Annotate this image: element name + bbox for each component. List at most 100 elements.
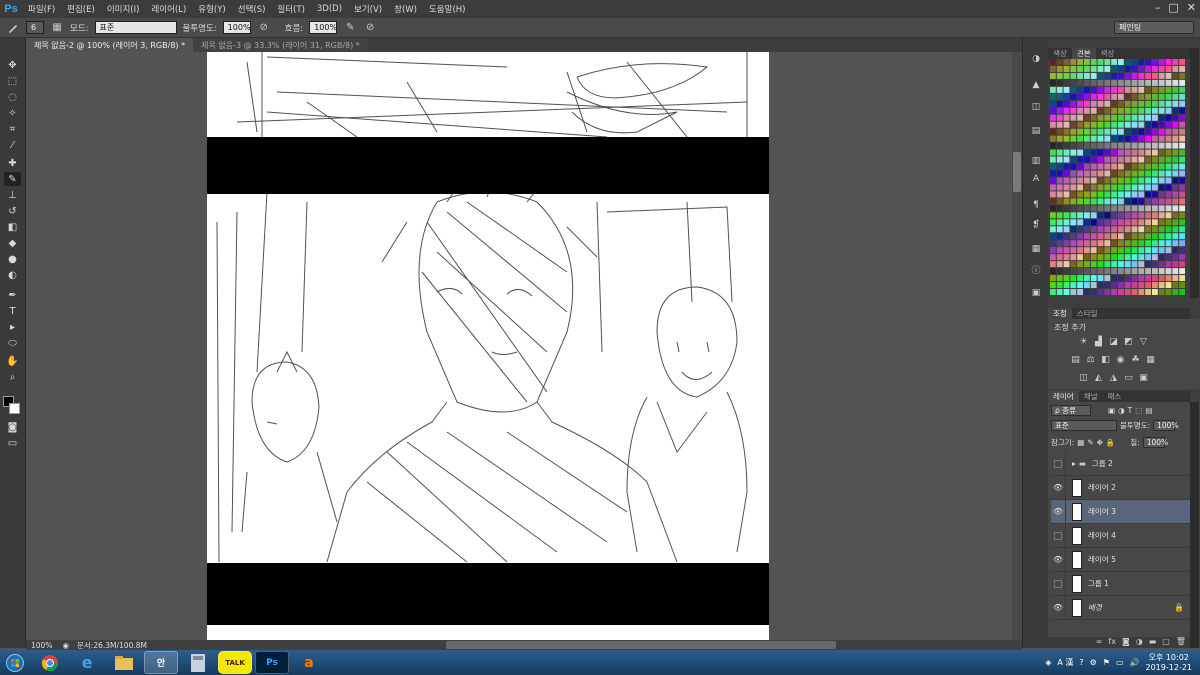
layers-scrollbar[interactable] [1190, 402, 1199, 648]
color-swatch[interactable] [1131, 93, 1138, 100]
color-swatch[interactable] [1070, 205, 1077, 212]
color-swatch[interactable] [1070, 282, 1077, 289]
color-swatch[interactable] [1070, 163, 1077, 170]
color-swatch[interactable] [1077, 212, 1083, 219]
color-swatch[interactable] [1077, 226, 1083, 233]
color-swatch[interactable] [1111, 282, 1117, 289]
color-swatch[interactable] [1145, 233, 1151, 240]
color-swatch[interactable] [1097, 107, 1104, 114]
color-swatch[interactable] [1172, 261, 1179, 268]
color-swatch[interactable] [1118, 240, 1124, 247]
color-swatch[interactable] [1050, 289, 1056, 295]
color-swatch[interactable] [1056, 261, 1063, 268]
color-swatch[interactable] [1077, 275, 1083, 282]
color-swatch[interactable] [1124, 128, 1131, 135]
color-swatch[interactable] [1070, 177, 1077, 184]
color-swatch[interactable] [1138, 268, 1145, 275]
color-swatch[interactable] [1063, 247, 1070, 254]
color-swatch[interactable] [1118, 79, 1124, 86]
color-swatch[interactable] [1050, 184, 1056, 191]
swatches-scrollbar[interactable] [1190, 48, 1199, 298]
color-swatch[interactable] [1104, 233, 1111, 240]
color-swatch[interactable] [1050, 205, 1056, 212]
color-swatch[interactable] [1111, 261, 1117, 268]
brush-panel-icon[interactable]: ▥ [1028, 154, 1044, 168]
color-swatch[interactable] [1172, 275, 1179, 282]
color-swatch[interactable] [1104, 72, 1111, 79]
color-swatch[interactable] [1070, 128, 1077, 135]
color-swatch[interactable] [1152, 79, 1158, 86]
color-swatch[interactable] [1056, 107, 1063, 114]
color-swatch[interactable] [1118, 268, 1124, 275]
color-swatch[interactable] [1165, 149, 1172, 156]
color-swatch[interactable] [1172, 289, 1179, 295]
quick-mask-icon[interactable]: ◙ [4, 420, 21, 434]
color-swatch[interactable] [1158, 233, 1165, 240]
color-swatch[interactable] [1138, 142, 1145, 149]
color-swatch[interactable] [1158, 219, 1165, 226]
color-swatch[interactable] [1165, 86, 1172, 93]
color-swatch[interactable] [1070, 226, 1077, 233]
color-swatch[interactable] [1056, 65, 1063, 72]
color-swatch[interactable] [1097, 240, 1104, 247]
color-swatch[interactable] [1077, 254, 1083, 261]
color-swatch[interactable] [1152, 100, 1158, 107]
color-swatch[interactable] [1090, 79, 1097, 86]
color-swatch[interactable] [1138, 114, 1145, 121]
color-swatch[interactable] [1172, 93, 1179, 100]
menu-edit[interactable]: 편집(E) [61, 3, 101, 15]
color-swatch[interactable] [1104, 142, 1111, 149]
color-swatch[interactable] [1063, 114, 1070, 121]
color-swatch[interactable] [1104, 163, 1111, 170]
color-swatch[interactable] [1152, 142, 1158, 149]
color-swatch[interactable] [1124, 86, 1131, 93]
color-swatch[interactable] [1152, 226, 1158, 233]
tray-options-icon[interactable]: ⚙ [1090, 658, 1097, 667]
color-swatch[interactable] [1097, 268, 1104, 275]
color-swatch[interactable] [1111, 205, 1117, 212]
menu-filter[interactable]: 필터(T) [271, 3, 310, 15]
maximize-button[interactable]: □ [1168, 1, 1178, 14]
color-swatch[interactable] [1104, 275, 1111, 282]
color-swatch[interactable] [1152, 233, 1158, 240]
color-swatch[interactable] [1145, 114, 1151, 121]
color-swatch[interactable] [1063, 100, 1070, 107]
color-swatch[interactable] [1104, 240, 1111, 247]
color-swatch[interactable] [1104, 65, 1111, 72]
color-swatch[interactable] [1104, 170, 1111, 177]
color-swatch[interactable] [1124, 191, 1131, 198]
color-swatch[interactable] [1145, 261, 1151, 268]
color-swatch[interactable] [1172, 65, 1179, 72]
color-swatch[interactable] [1111, 226, 1117, 233]
color-swatch[interactable] [1056, 114, 1063, 121]
color-swatch[interactable] [1056, 79, 1063, 86]
color-swatch[interactable] [1118, 170, 1124, 177]
color-swatch[interactable] [1118, 59, 1124, 65]
delete-layer-icon[interactable]: 🗑 [1176, 637, 1186, 648]
color-swatch[interactable] [1077, 59, 1083, 65]
color-swatch[interactable] [1158, 59, 1165, 65]
color-swatch[interactable] [1077, 142, 1083, 149]
color-swatch[interactable] [1131, 59, 1138, 65]
color-swatch[interactable] [1124, 247, 1131, 254]
color-swatch[interactable] [1050, 247, 1056, 254]
posterize-icon[interactable]: ◭ [1093, 373, 1104, 383]
color-swatch[interactable] [1090, 254, 1097, 261]
color-swatch[interactable] [1104, 121, 1111, 128]
color-swatch[interactable] [1138, 191, 1145, 198]
color-swatch[interactable] [1152, 170, 1158, 177]
color-swatch[interactable] [1084, 191, 1090, 198]
color-swatch[interactable] [1090, 275, 1097, 282]
color-swatch[interactable] [1056, 233, 1063, 240]
color-swatch[interactable] [1063, 275, 1070, 282]
menu-3d[interactable]: 3D(D) [311, 4, 348, 14]
color-swatch[interactable] [1050, 107, 1056, 114]
channel-mixer-icon[interactable]: ☘ [1130, 355, 1141, 365]
color-swatch[interactable] [1056, 247, 1063, 254]
color-swatch[interactable] [1124, 149, 1131, 156]
color-swatch[interactable] [1063, 93, 1070, 100]
calculator-icon[interactable] [181, 651, 215, 674]
layer-row-selected[interactable]: 👁 레이어 3 [1051, 499, 1190, 524]
color-swatch[interactable] [1179, 275, 1185, 282]
color-swatch[interactable] [1111, 156, 1117, 163]
